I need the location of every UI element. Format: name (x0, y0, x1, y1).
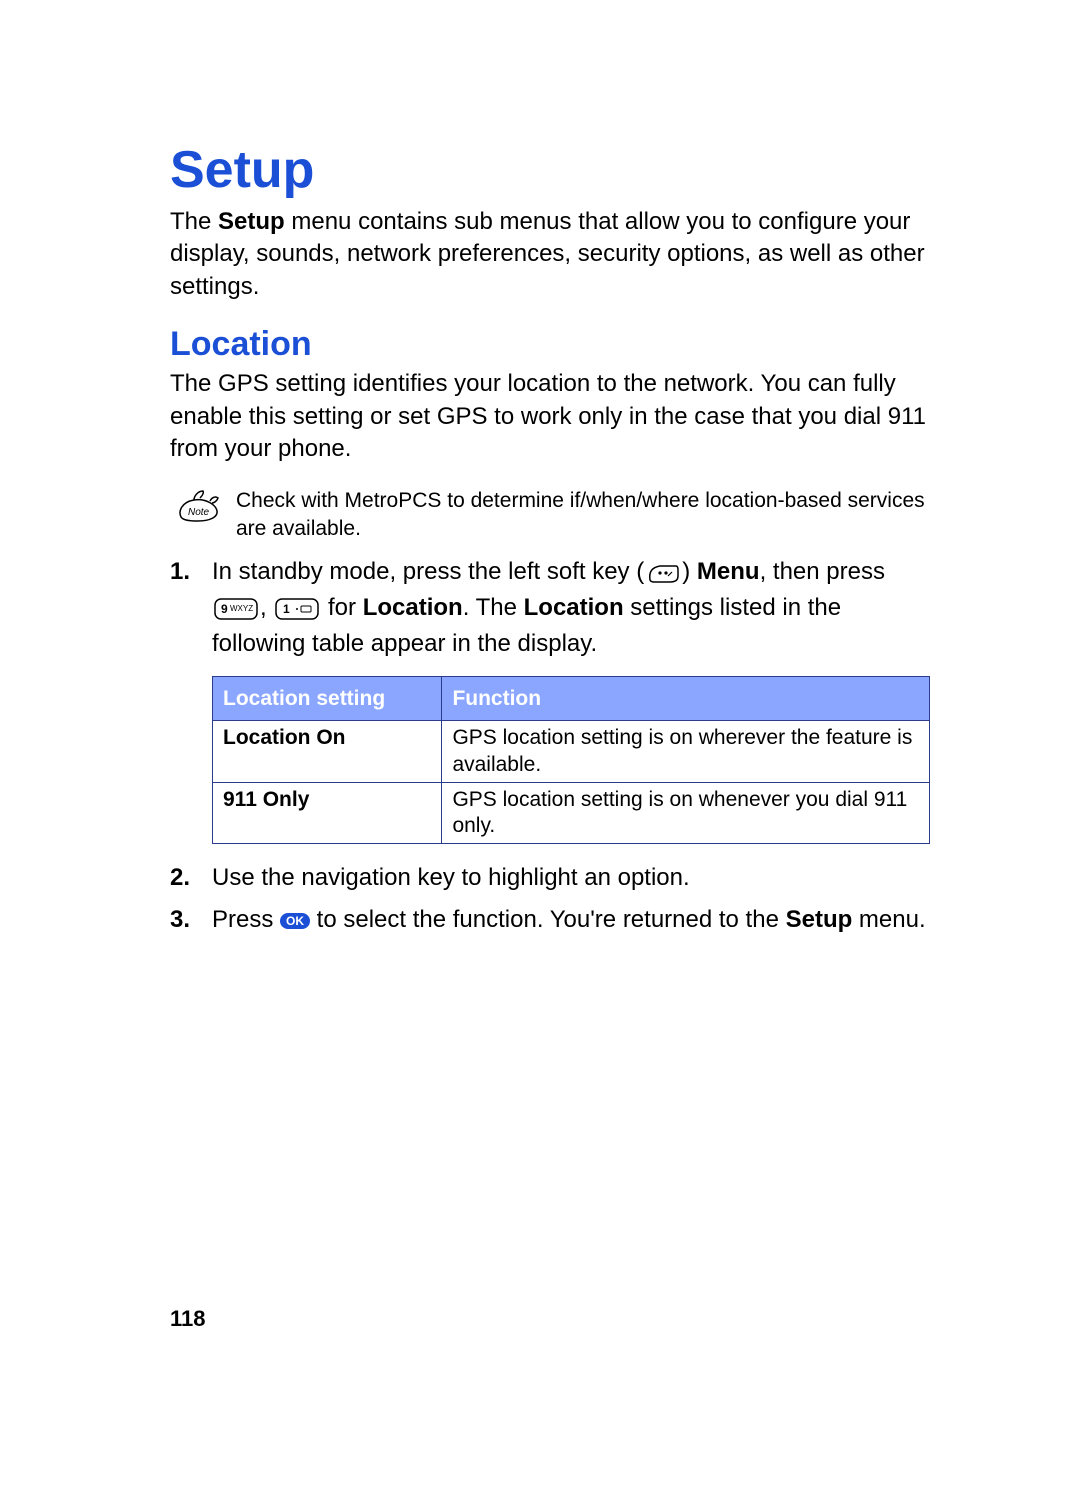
table-row: 911 Only GPS location setting is on when… (213, 782, 930, 844)
text: In standby mode, press the left soft key… (212, 558, 644, 585)
section-heading-location: Location (170, 325, 930, 364)
step-number: 3. (170, 902, 196, 938)
svg-text:9: 9 (221, 602, 228, 616)
step-3: 3. Press OK to select the function. You'… (170, 902, 930, 938)
table-cell-function: GPS location setting is on wherever the … (442, 721, 930, 783)
step-1: 1. In standby mode, press the left soft … (170, 554, 930, 855)
text: Press (212, 906, 280, 933)
svg-text:Note: Note (188, 507, 210, 518)
section-intro: The GPS setting identifies your location… (170, 368, 930, 465)
text: for (321, 594, 362, 621)
steps-list: 1. In standby mode, press the left soft … (170, 554, 930, 939)
svg-text:WXYZ: WXYZ (230, 604, 253, 613)
step-number: 1. (170, 554, 196, 855)
svg-text:1: 1 (283, 602, 290, 616)
table-header-function: Function (442, 676, 930, 721)
text: The (170, 208, 218, 235)
table-header-row: Location setting Function (213, 676, 930, 721)
table-cell-setting: 911 Only (213, 782, 442, 844)
page-number: 118 (170, 1306, 206, 1332)
text: , (260, 594, 273, 621)
text-bold-setup: Setup (218, 208, 285, 235)
step-body: Press OK to select the function. You're … (212, 902, 926, 938)
step-2: 2. Use the navigation key to highlight a… (170, 860, 930, 896)
text-bold-setup: Setup (786, 906, 853, 933)
intro-paragraph: The Setup menu contains sub menus that a… (170, 206, 930, 303)
text: , then press (760, 558, 885, 585)
text: menu. (852, 906, 925, 933)
table-header-setting: Location setting (213, 676, 442, 721)
page-title: Setup (170, 140, 930, 200)
text-bold-location: Location (524, 594, 624, 621)
softkey-icon (646, 562, 680, 584)
step-body: In standby mode, press the left soft key… (212, 554, 930, 855)
table-row: Location On GPS location setting is on w… (213, 721, 930, 783)
note-icon: Note (176, 487, 222, 525)
key-9-icon: 9 WXYZ (214, 598, 258, 620)
key-1-icon: 1 (275, 598, 319, 620)
table-cell-setting: Location On (213, 721, 442, 783)
text: . The (463, 594, 524, 621)
text-bold-location: Location (363, 594, 463, 621)
step-body: Use the navigation key to highlight an o… (212, 860, 690, 896)
text-bold-menu: Menu (697, 558, 760, 585)
text: ) (682, 558, 697, 585)
page: Setup The Setup menu contains sub menus … (0, 0, 1080, 1492)
text: to select the function. You're returned … (310, 906, 786, 933)
note-row: Note Check with MetroPCS to determine if… (176, 487, 930, 542)
ok-key-icon: OK (280, 913, 310, 929)
table-cell-function: GPS location setting is on whenever you … (442, 782, 930, 844)
step-number: 2. (170, 860, 196, 896)
location-table: Location setting Function Location On GP… (212, 676, 930, 845)
note-text: Check with MetroPCS to determine if/when… (236, 487, 930, 542)
